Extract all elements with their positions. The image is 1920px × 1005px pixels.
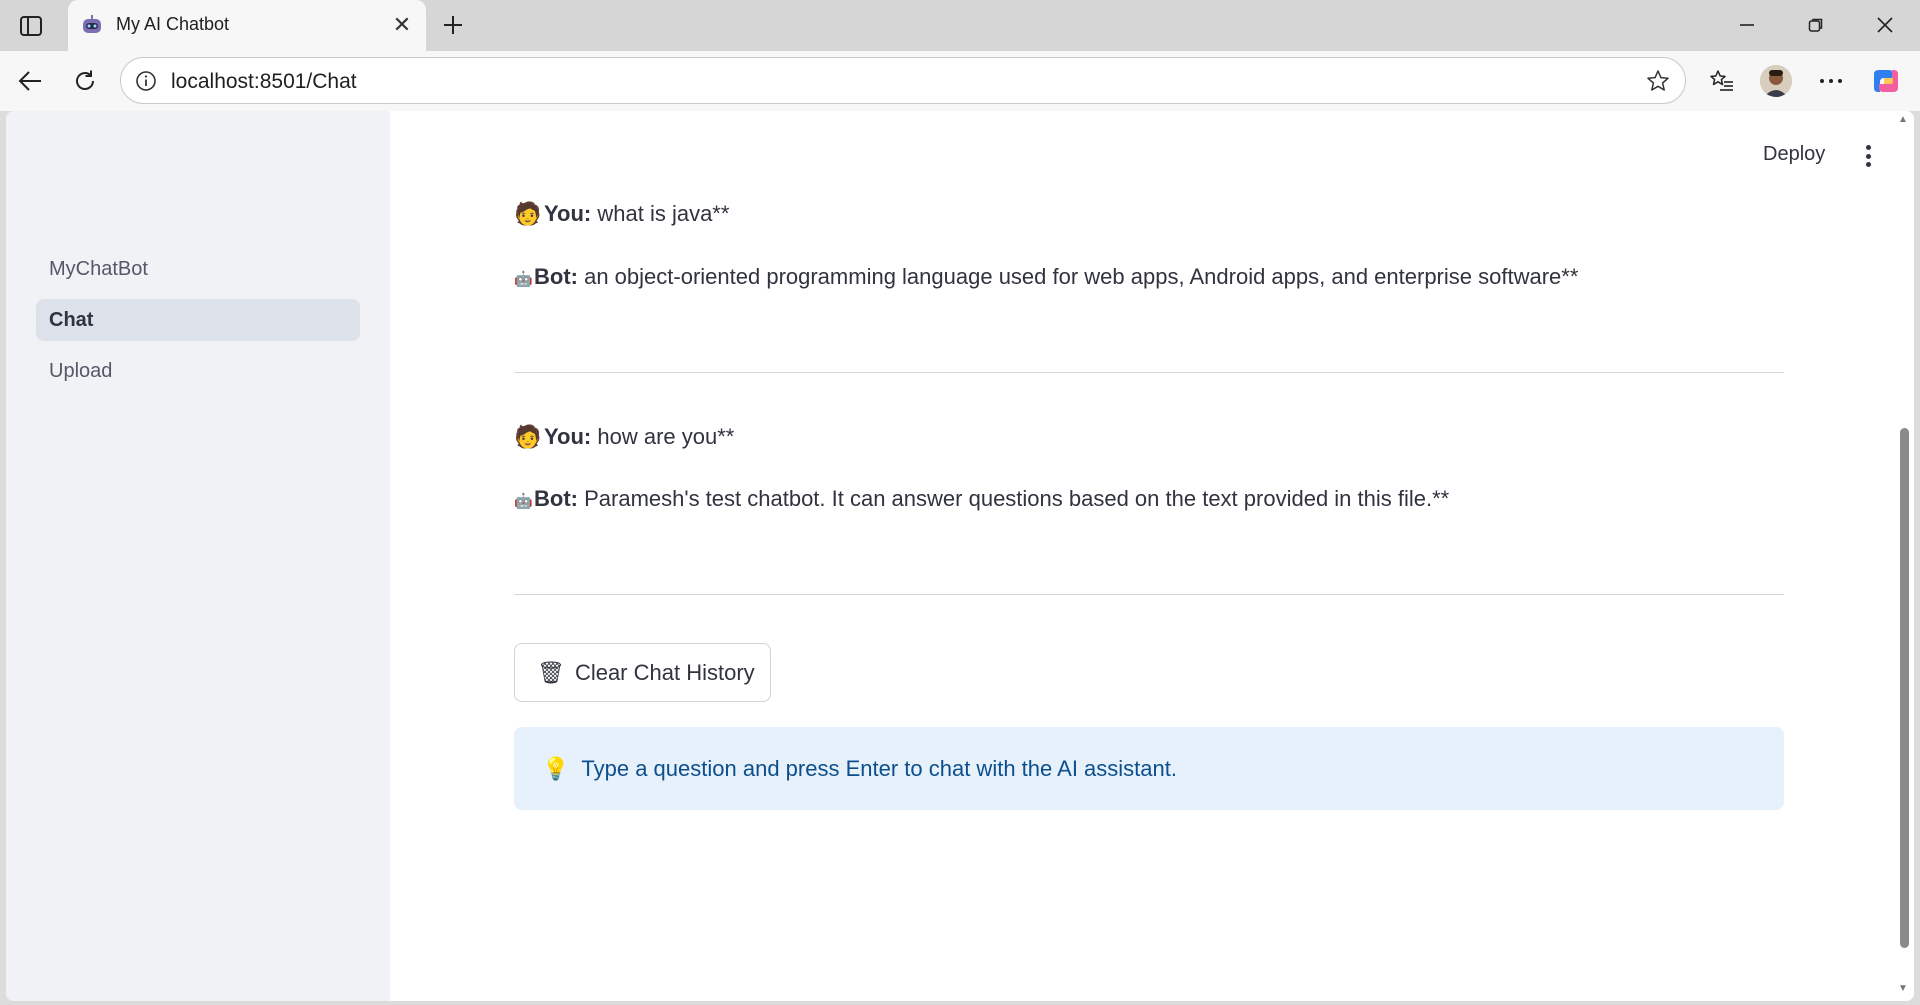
url-text[interactable]: localhost:8501/Chat [171, 70, 357, 94]
info-text: Type a question and press Enter to chat … [581, 755, 1177, 781]
browser-tab[interactable]: My AI Chatbot ✕ [68, 0, 426, 51]
user-text: what is java** [591, 201, 730, 226]
main-content: Deploy 🧑 You: what is java** 🤖Bot: an obj… [390, 111, 1914, 1001]
bot-label: Bot: [534, 486, 578, 511]
info-alert: 💡 Type a question and press Enter to cha… [514, 727, 1784, 810]
sidebar-item-chat[interactable]: Chat [36, 299, 360, 341]
restore-icon[interactable] [1796, 9, 1836, 41]
user-label: You: [544, 424, 592, 449]
person-icon: 🧑 [514, 424, 542, 449]
minimize-icon[interactable] [1727, 9, 1767, 41]
lightbulb-icon: 💡 [542, 755, 570, 781]
sidebar-item-mychatbot[interactable]: MyChatBot [36, 248, 360, 290]
deploy-button[interactable]: Deploy [1763, 143, 1825, 166]
user-label: You: [544, 201, 592, 226]
site-info-icon[interactable] [133, 68, 159, 94]
tab-title: My AI Chatbot [116, 14, 230, 34]
favorites-icon[interactable] [1705, 64, 1739, 98]
sidebar: MyChatBot Chat Upload [6, 111, 390, 1001]
browser-tab-bar: My AI Chatbot ✕ [0, 0, 1920, 51]
bot-message: 🤖Bot: Paramesh's test chatbot. It can an… [514, 486, 1449, 512]
main-menu-icon[interactable] [1858, 143, 1878, 169]
user-message: 🧑 You: how are you** [514, 424, 734, 450]
robot-icon: 🤖 [514, 271, 533, 288]
back-arrow-icon[interactable] [13, 64, 47, 98]
sidebar-item-upload[interactable]: Upload [36, 350, 360, 392]
bot-label: Bot: [534, 264, 578, 289]
profile-avatar[interactable] [1760, 65, 1792, 97]
browser-toolbar: localhost:8501/Chat [0, 51, 1920, 111]
close-window-icon[interactable] [1865, 9, 1905, 41]
clear-chat-history-button[interactable]: 🗑 Clear Chat History [514, 643, 771, 702]
bot-text: an object-oriented programming language … [577, 264, 1579, 289]
new-tab-icon[interactable] [437, 9, 469, 41]
tab-close-icon[interactable]: ✕ [388, 11, 416, 39]
wastebasket-icon: 🗑 [537, 659, 565, 685]
bot-text: Paramesh's test chatbot. It can answer q… [577, 486, 1450, 511]
tab-actions-icon[interactable] [16, 12, 46, 39]
person-icon: 🧑 [514, 201, 542, 226]
more-options-icon[interactable] [1814, 64, 1848, 98]
robot-icon: 🤖 [514, 493, 533, 510]
scrollbar-thumb[interactable] [1900, 428, 1909, 948]
favorite-star-icon[interactable] [1645, 68, 1671, 94]
app-viewport: MyChatBot Chat Upload Deploy 🧑 You: what … [6, 111, 1914, 1001]
reload-icon[interactable] [68, 64, 102, 98]
address-bar[interactable]: localhost:8501/Chat [120, 57, 1686, 104]
robot-favicon-icon [80, 13, 104, 37]
user-message: 🧑 You: what is java** [514, 201, 729, 227]
scroll-down-arrow-icon[interactable]: ▼ [1898, 983, 1908, 994]
clear-chat-label: Clear Chat History [574, 659, 755, 685]
message-divider [514, 594, 1784, 595]
user-text: how are you** [591, 424, 735, 449]
message-divider [514, 372, 1784, 373]
copilot-icon[interactable] [1869, 64, 1903, 98]
bot-message: 🤖Bot: an object-oriented programming lan… [514, 264, 1578, 290]
scroll-up-arrow-icon[interactable]: ▲ [1898, 114, 1908, 125]
